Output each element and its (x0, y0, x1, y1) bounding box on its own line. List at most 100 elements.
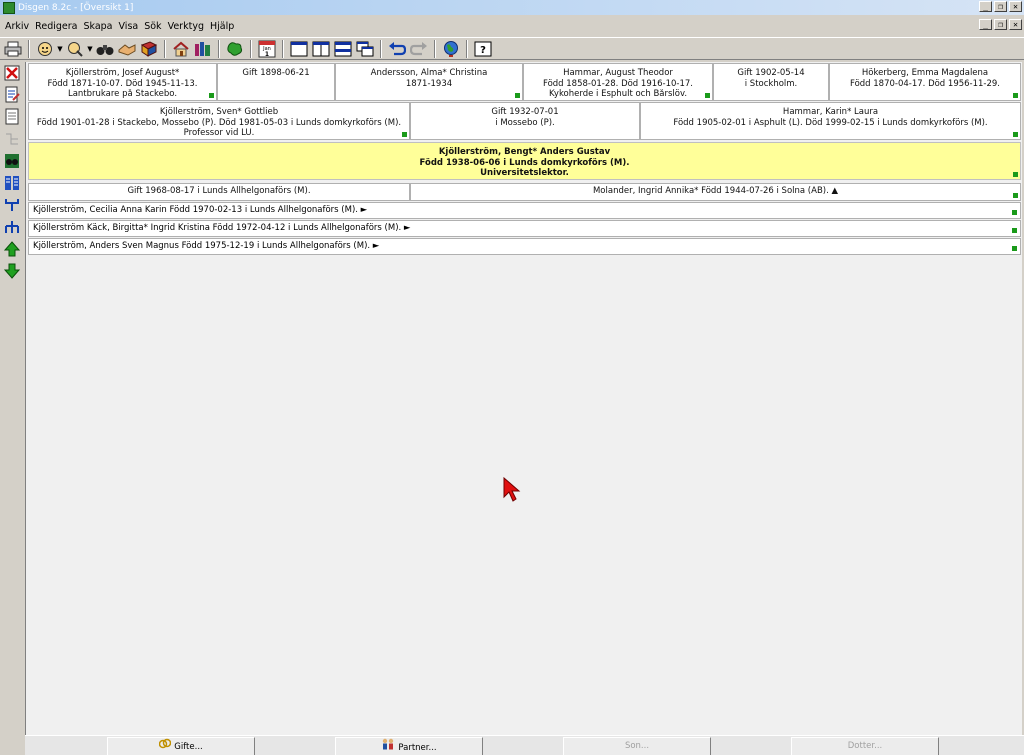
toolbar-separator (164, 39, 166, 58)
toolbar-separator (282, 39, 284, 58)
doc-minimize-button[interactable]: _ (979, 19, 992, 30)
maternal-grandfather-card[interactable]: Hammar, August Theodor Född 1858-01-28. … (523, 63, 713, 101)
find-person-icon[interactable] (64, 39, 86, 59)
person-dropdown-icon[interactable]: ▼ (56, 45, 64, 53)
child-row[interactable]: Kjöllerström, Anders Sven Magnus Född 19… (28, 238, 1021, 255)
app-icon (3, 1, 15, 14)
mother-name: Hammar, Karin* Laura (782, 107, 879, 117)
spouse-card[interactable]: Molander, Ingrid Annika* Född 1944-07-26… (410, 183, 1021, 201)
person-icon[interactable] (34, 39, 56, 59)
help-icon[interactable]: ? (472, 39, 494, 59)
restore-button[interactable]: ❐ (994, 1, 1007, 12)
father-card[interactable]: Kjöllerström, Sven* Gottlieb Född 1901-0… (28, 102, 410, 140)
family-search-icon[interactable] (0, 150, 24, 172)
layout-cascade-icon[interactable] (354, 39, 376, 59)
add-marriage-label: Gifte... (174, 742, 203, 752)
ancestor-tree-icon[interactable] (0, 194, 24, 216)
mother-dates: Född 1905-02-01 i Äsphult (L). Död 1999-… (673, 117, 988, 128)
grandfather-occupation: Lantbrukare på Stackebo. (67, 89, 178, 99)
doc-restore-button[interactable]: ❐ (994, 19, 1007, 30)
main-person-card[interactable]: Kjöllerström, Bengt* Anders Gustav Född … (28, 142, 1021, 180)
delete-icon[interactable] (0, 62, 24, 84)
menu-verktyg[interactable]: Verktyg (166, 21, 208, 32)
maternal-grandmother-card[interactable]: Hökerberg, Emma Magdalena Född 1870-04-1… (829, 63, 1021, 101)
window-controls: _ ❐ ✕ (979, 1, 1022, 12)
add-marriage-button[interactable]: Gifte... (107, 737, 255, 755)
go-down-icon[interactable] (0, 260, 24, 282)
record-marker (1012, 246, 1017, 251)
binoculars-icon[interactable] (94, 39, 116, 59)
main-person-occupation: Universitetslektor. (480, 168, 569, 178)
document-window-controls: _ ❐ ✕ (979, 19, 1022, 30)
mother-card[interactable]: Hammar, Karin* Laura Född 1905-02-01 i Ä… (640, 102, 1021, 140)
print-icon[interactable] (2, 39, 24, 59)
title-bar: Disgen 8.2c - [Översikt 1] _ ❐ ✕ (0, 0, 1024, 15)
home-icon[interactable] (170, 39, 192, 59)
record-marker (1012, 210, 1017, 215)
record-marker (1013, 93, 1018, 98)
paternal-grandmother-card[interactable]: Andersson, Alma* Christina 1871-1934 (335, 63, 523, 101)
grandfather-occupation: Kykoherde i Esphult och Bårslöv. (548, 89, 688, 99)
marriage-place: i Mossebo (P). (495, 117, 555, 128)
globe-icon[interactable] (440, 39, 462, 59)
grandmother-name: Hökerberg, Emma Magdalena (861, 68, 989, 78)
child-row[interactable]: Kjöllerström Käck, Birgitta* Ingrid Kris… (28, 220, 1021, 237)
tree-disabled-icon (0, 128, 24, 150)
close-button[interactable]: ✕ (1009, 1, 1022, 12)
redo-icon[interactable] (408, 39, 430, 59)
doc-close-button[interactable]: ✕ (1009, 19, 1022, 30)
columns-icon[interactable] (0, 172, 24, 194)
spouse-text: Molander, Ingrid Annika* Född 1944-07-26… (592, 186, 839, 196)
minimize-button[interactable]: _ (979, 1, 992, 12)
left-toolbar (0, 62, 24, 755)
menu-hjalp[interactable]: Hjälp (208, 21, 238, 32)
menu-visa[interactable]: Visa (117, 21, 143, 32)
grandparents-row: Kjöllerström, Josef August* Född 1871-10… (28, 63, 1021, 101)
grandfather-name: Kjöllerström, Josef August* (65, 68, 180, 78)
main-person-name: Kjöllerström, Bengt* Anders Gustav (438, 147, 611, 157)
main-person-row: Kjöllerström, Bengt* Anders Gustav Född … (28, 142, 1021, 180)
maternal-grandparents-marriage[interactable]: Gift 1902-05-14 i Stockholm. (713, 63, 829, 101)
layout-rows-icon[interactable] (332, 39, 354, 59)
descendant-tree-icon[interactable] (0, 216, 24, 238)
layout-split-icon[interactable] (310, 39, 332, 59)
child-text: Kjöllerström, Cecilia Anna Karin Född 19… (33, 205, 368, 215)
menu-arkiv[interactable]: Arkiv (3, 21, 33, 32)
document-icon[interactable] (0, 106, 24, 128)
paternal-grandparents-marriage[interactable]: Gift 1898-06-21 (217, 63, 335, 101)
paternal-grandfather-card[interactable]: Kjöllerström, Josef August* Född 1871-10… (28, 63, 217, 101)
parents-marriage[interactable]: Gift 1932-07-01 i Mossebo (P). (410, 102, 640, 140)
find-dropdown-icon[interactable]: ▼ (86, 45, 94, 53)
father-occupation: Professor vid LU. (183, 128, 255, 138)
record-marker (402, 132, 407, 137)
marriage-info[interactable]: Gift 1968-08-17 i Lunds Allhelgonaförs (… (28, 183, 410, 201)
toolbar-separator (466, 39, 468, 58)
marriage-date: Gift 1902-05-14 (737, 68, 805, 78)
overview-pane: Kjöllerström, Josef August* Född 1871-10… (25, 62, 1022, 735)
grandfather-dates: Född 1871-10-07. Död 1945-11-13. (47, 78, 198, 89)
record-marker (705, 93, 710, 98)
parents-row: Kjöllerström, Sven* Gottlieb Född 1901-0… (28, 102, 1021, 140)
grandfather-name: Hammar, August Theodor (563, 68, 673, 78)
child-row[interactable]: Kjöllerström, Cecilia Anna Karin Född 19… (28, 202, 1021, 219)
calendar-icon[interactable]: Jan 1 (256, 39, 278, 59)
map-icon[interactable] (224, 39, 246, 59)
layout-single-icon[interactable] (288, 39, 310, 59)
spouse-row: Gift 1968-08-17 i Lunds Allhelgonaförs (… (28, 183, 1021, 201)
menu-skapa[interactable]: Skapa (81, 21, 116, 32)
add-partner-button[interactable]: Partner... (335, 737, 483, 755)
add-partner-label: Partner... (398, 743, 437, 753)
books-icon[interactable] (192, 39, 214, 59)
toolbar: ▼ ▼ Jan 1 ? (0, 37, 1024, 60)
handshake-icon[interactable] (116, 39, 138, 59)
menu-sok[interactable]: Sök (142, 21, 165, 32)
book-icon[interactable] (138, 39, 160, 59)
undo-icon[interactable] (386, 39, 408, 59)
father-name: Kjöllerström, Sven* Gottlieb (159, 107, 279, 117)
add-daughter-button[interactable]: Dotter... (791, 737, 939, 755)
go-up-icon[interactable] (0, 238, 24, 260)
child-text: Kjöllerström Käck, Birgitta* Ingrid Kris… (33, 223, 411, 233)
add-son-button[interactable]: Son... (563, 737, 711, 755)
edit-note-icon[interactable] (0, 84, 24, 106)
menu-redigera[interactable]: Redigera (33, 21, 81, 32)
